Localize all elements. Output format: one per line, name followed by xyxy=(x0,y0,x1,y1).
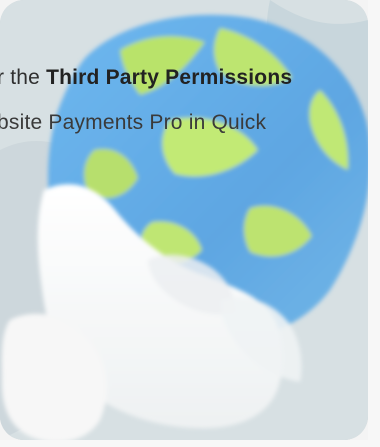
content-text-line-1: r the Third Party Permissions xyxy=(0,66,292,90)
right-edge-strip xyxy=(368,0,380,447)
line1-prefix-text: r the xyxy=(0,66,47,89)
illustration-card: r the Third Party Permissions bsite Paym… xyxy=(0,0,368,440)
bottom-edge-strip xyxy=(0,440,380,447)
content-text-line-2: bsite Payments Pro in Quick xyxy=(0,111,267,134)
screenshot-frame: r the Third Party Permissions bsite Paym… xyxy=(0,0,380,447)
third-party-permissions-text: Third Party Permissions xyxy=(46,66,293,89)
